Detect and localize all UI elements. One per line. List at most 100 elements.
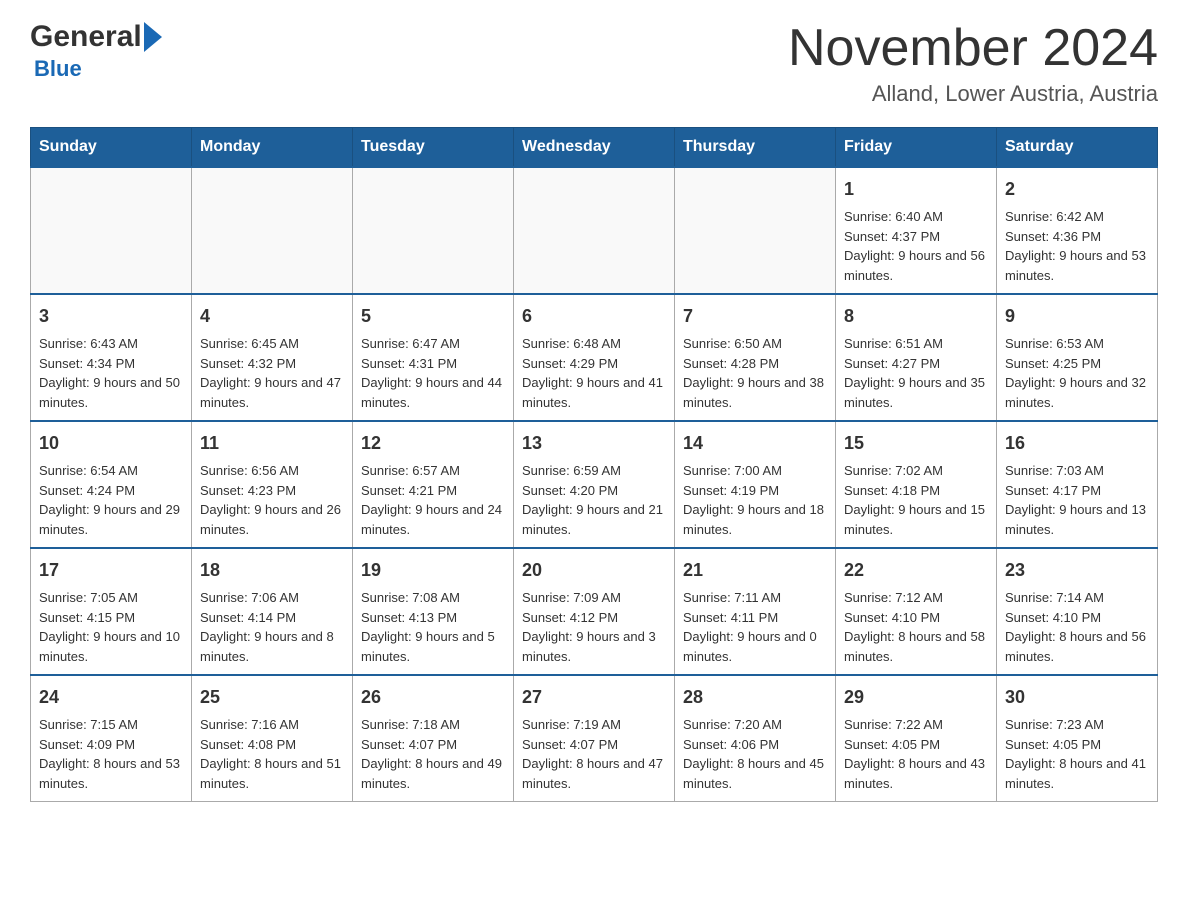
location-subtitle: Alland, Lower Austria, Austria <box>788 81 1158 107</box>
calendar-cell: 17Sunrise: 7:05 AMSunset: 4:15 PMDayligh… <box>31 548 192 675</box>
day-info-line: Daylight: 8 hours and 51 minutes. <box>200 754 344 793</box>
day-info-line: Sunrise: 6:43 AM <box>39 334 183 354</box>
weekday-header-sunday: Sunday <box>31 128 192 168</box>
day-info-line: Daylight: 9 hours and 56 minutes. <box>844 246 988 285</box>
calendar-table: SundayMondayTuesdayWednesdayThursdayFrid… <box>30 127 1158 802</box>
day-number: 19 <box>361 557 505 584</box>
calendar-cell: 6Sunrise: 6:48 AMSunset: 4:29 PMDaylight… <box>514 294 675 421</box>
calendar-cell <box>514 167 675 294</box>
day-info-line: Daylight: 9 hours and 26 minutes. <box>200 500 344 539</box>
calendar-cell: 26Sunrise: 7:18 AMSunset: 4:07 PMDayligh… <box>353 675 514 802</box>
day-number: 22 <box>844 557 988 584</box>
day-number: 17 <box>39 557 183 584</box>
day-info-line: Sunrise: 7:19 AM <box>522 715 666 735</box>
day-info-line: Sunrise: 7:22 AM <box>844 715 988 735</box>
day-info-line: Daylight: 9 hours and 5 minutes. <box>361 627 505 666</box>
month-title: November 2024 <box>788 20 1158 77</box>
day-info-line: Sunrise: 7:23 AM <box>1005 715 1149 735</box>
day-info-line: Sunrise: 6:40 AM <box>844 207 988 227</box>
day-info-line: Daylight: 8 hours and 58 minutes. <box>844 627 988 666</box>
day-info-line: Sunrise: 6:48 AM <box>522 334 666 354</box>
calendar-cell: 1Sunrise: 6:40 AMSunset: 4:37 PMDaylight… <box>836 167 997 294</box>
day-info-line: Sunset: 4:10 PM <box>1005 608 1149 628</box>
day-number: 29 <box>844 684 988 711</box>
day-info-line: Sunset: 4:34 PM <box>39 354 183 374</box>
day-number: 23 <box>1005 557 1149 584</box>
calendar-cell: 8Sunrise: 6:51 AMSunset: 4:27 PMDaylight… <box>836 294 997 421</box>
day-info-line: Sunrise: 6:56 AM <box>200 461 344 481</box>
calendar-cell <box>353 167 514 294</box>
day-info-line: Daylight: 8 hours and 56 minutes. <box>1005 627 1149 666</box>
calendar-cell: 22Sunrise: 7:12 AMSunset: 4:10 PMDayligh… <box>836 548 997 675</box>
day-number: 11 <box>200 430 344 457</box>
day-info-line: Sunrise: 7:03 AM <box>1005 461 1149 481</box>
day-info-line: Sunset: 4:25 PM <box>1005 354 1149 374</box>
day-info-line: Sunrise: 7:20 AM <box>683 715 827 735</box>
logo-general-text: General <box>30 20 142 54</box>
day-info-line: Daylight: 9 hours and 29 minutes. <box>39 500 183 539</box>
calendar-cell: 30Sunrise: 7:23 AMSunset: 4:05 PMDayligh… <box>997 675 1158 802</box>
day-info-line: Daylight: 9 hours and 13 minutes. <box>1005 500 1149 539</box>
calendar-cell: 16Sunrise: 7:03 AMSunset: 4:17 PMDayligh… <box>997 421 1158 548</box>
weekday-header-tuesday: Tuesday <box>353 128 514 168</box>
day-info-line: Sunrise: 7:14 AM <box>1005 588 1149 608</box>
day-info-line: Sunrise: 6:59 AM <box>522 461 666 481</box>
day-info-line: Sunrise: 6:47 AM <box>361 334 505 354</box>
calendar-cell: 10 Sunrise: 6:54 AMSunset: 4:24 PMDayligh… <box>31 421 192 548</box>
day-info-line: Sunset: 4:19 PM <box>683 481 827 501</box>
day-number: 8 <box>844 303 988 330</box>
calendar-cell: 12Sunrise: 6:57 AMSunset: 4:21 PMDayligh… <box>353 421 514 548</box>
day-info-line: Sunrise: 7:00 AM <box>683 461 827 481</box>
day-number: 6 <box>522 303 666 330</box>
day-info-line: Sunset: 4:09 PM <box>39 735 183 755</box>
day-info-line: Daylight: 9 hours and 53 minutes. <box>1005 246 1149 285</box>
day-number: 15 <box>844 430 988 457</box>
day-info-line: Daylight: 9 hours and 32 minutes. <box>1005 373 1149 412</box>
day-info-line: Sunrise: 7:09 AM <box>522 588 666 608</box>
day-info-line: Sunset: 4:24 PM <box>39 481 183 501</box>
calendar-cell: 15Sunrise: 7:02 AMSunset: 4:18 PMDayligh… <box>836 421 997 548</box>
day-info-line: Daylight: 9 hours and 44 minutes. <box>361 373 505 412</box>
day-info-line: Sunset: 4:27 PM <box>844 354 988 374</box>
calendar-week-row: 3Sunrise: 6:43 AMSunset: 4:34 PMDaylight… <box>31 294 1158 421</box>
day-number: 18 <box>200 557 344 584</box>
calendar-cell: 25Sunrise: 7:16 AMSunset: 4:08 PMDayligh… <box>192 675 353 802</box>
day-info-line: Daylight: 9 hours and 50 minutes. <box>39 373 183 412</box>
day-info-line: Sunset: 4:10 PM <box>844 608 988 628</box>
day-info-line: Sunset: 4:14 PM <box>200 608 344 628</box>
day-number: 10 <box>39 430 183 457</box>
day-number: 20 <box>522 557 666 584</box>
day-info-line: Sunset: 4:18 PM <box>844 481 988 501</box>
day-info-line: Sunrise: 6:57 AM <box>361 461 505 481</box>
day-info-line: Sunset: 4:07 PM <box>361 735 505 755</box>
day-number: 2 <box>1005 176 1149 203</box>
day-info-line: Sunset: 4:08 PM <box>200 735 344 755</box>
day-info-line: Daylight: 9 hours and 10 minutes. <box>39 627 183 666</box>
day-info-line: Sunrise: 6:50 AM <box>683 334 827 354</box>
day-info-line: Daylight: 9 hours and 15 minutes. <box>844 500 988 539</box>
calendar-cell: 13Sunrise: 6:59 AMSunset: 4:20 PMDayligh… <box>514 421 675 548</box>
day-info-line: Sunset: 4:23 PM <box>200 481 344 501</box>
calendar-cell: 18Sunrise: 7:06 AMSunset: 4:14 PMDayligh… <box>192 548 353 675</box>
calendar-week-row: 1Sunrise: 6:40 AMSunset: 4:37 PMDaylight… <box>31 167 1158 294</box>
day-info-line: Sunset: 4:07 PM <box>522 735 666 755</box>
day-info-line: Daylight: 8 hours and 49 minutes. <box>361 754 505 793</box>
day-info-line: Sunrise: 6:42 AM <box>1005 207 1149 227</box>
day-info-line: Sunrise: 7:16 AM <box>200 715 344 735</box>
calendar-cell: 2Sunrise: 6:42 AMSunset: 4:36 PMDaylight… <box>997 167 1158 294</box>
day-number: 4 <box>200 303 344 330</box>
day-info-line: Daylight: 9 hours and 41 minutes. <box>522 373 666 412</box>
day-info-line: Sunrise: 6:53 AM <box>1005 334 1149 354</box>
day-info-line: Daylight: 9 hours and 24 minutes. <box>361 500 505 539</box>
calendar-cell: 29Sunrise: 7:22 AMSunset: 4:05 PMDayligh… <box>836 675 997 802</box>
day-info-line: Sunset: 4:05 PM <box>1005 735 1149 755</box>
calendar-cell: 21Sunrise: 7:11 AMSunset: 4:11 PMDayligh… <box>675 548 836 675</box>
page-header: General Blue November 2024 Alland, Lower… <box>30 20 1158 107</box>
day-info-line: Sunrise: 6:54 AM <box>39 461 183 481</box>
day-info-line: Daylight: 8 hours and 53 minutes. <box>39 754 183 793</box>
calendar-cell: 5Sunrise: 6:47 AMSunset: 4:31 PMDaylight… <box>353 294 514 421</box>
calendar-cell <box>675 167 836 294</box>
day-info-line: Daylight: 9 hours and 38 minutes. <box>683 373 827 412</box>
day-info-line: Daylight: 8 hours and 45 minutes. <box>683 754 827 793</box>
weekday-header-friday: Friday <box>836 128 997 168</box>
